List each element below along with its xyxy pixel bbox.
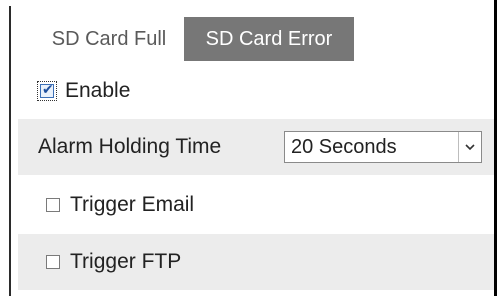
check-icon: ✔	[42, 82, 54, 98]
alarm-holding-time-value: 20 Seconds	[291, 135, 397, 158]
alarm-holding-time-label: Alarm Holding Time	[38, 135, 222, 158]
tab-sd-card-error-label: SD Card Error	[205, 27, 333, 50]
trigger-ftp-label: Trigger FTP	[70, 250, 182, 273]
chevron-down-icon[interactable]	[458, 132, 481, 162]
trigger-email-checkbox[interactable]	[46, 198, 60, 212]
trigger-ftp-checkbox[interactable]	[46, 255, 60, 269]
sd-card-settings-panel: SD Card Full SD Card Error ✔ Enable Alar…	[0, 0, 497, 296]
tab-sd-card-full-label: SD Card Full	[51, 27, 167, 50]
trigger-email-row: Trigger Email	[18, 177, 494, 233]
trigger-ftp-row: Trigger FTP	[18, 234, 494, 290]
panel-left-border	[9, 6, 11, 296]
tab-sd-card-error[interactable]: SD Card Error	[184, 17, 354, 61]
trigger-email-label: Trigger Email	[70, 193, 195, 216]
enable-checkbox[interactable]: ✔	[40, 82, 54, 98]
alarm-holding-time-row: Alarm Holding Time 20 Seconds	[18, 119, 494, 175]
tab-sd-card-full[interactable]: SD Card Full	[34, 17, 184, 61]
alarm-holding-time-select[interactable]: 20 Seconds	[284, 131, 482, 163]
enable-focus-ring: ✔	[37, 81, 57, 101]
enable-label: Enable	[65, 79, 131, 102]
enable-row: ✔ Enable	[18, 63, 494, 119]
tab-bar: SD Card Full SD Card Error	[34, 17, 354, 61]
